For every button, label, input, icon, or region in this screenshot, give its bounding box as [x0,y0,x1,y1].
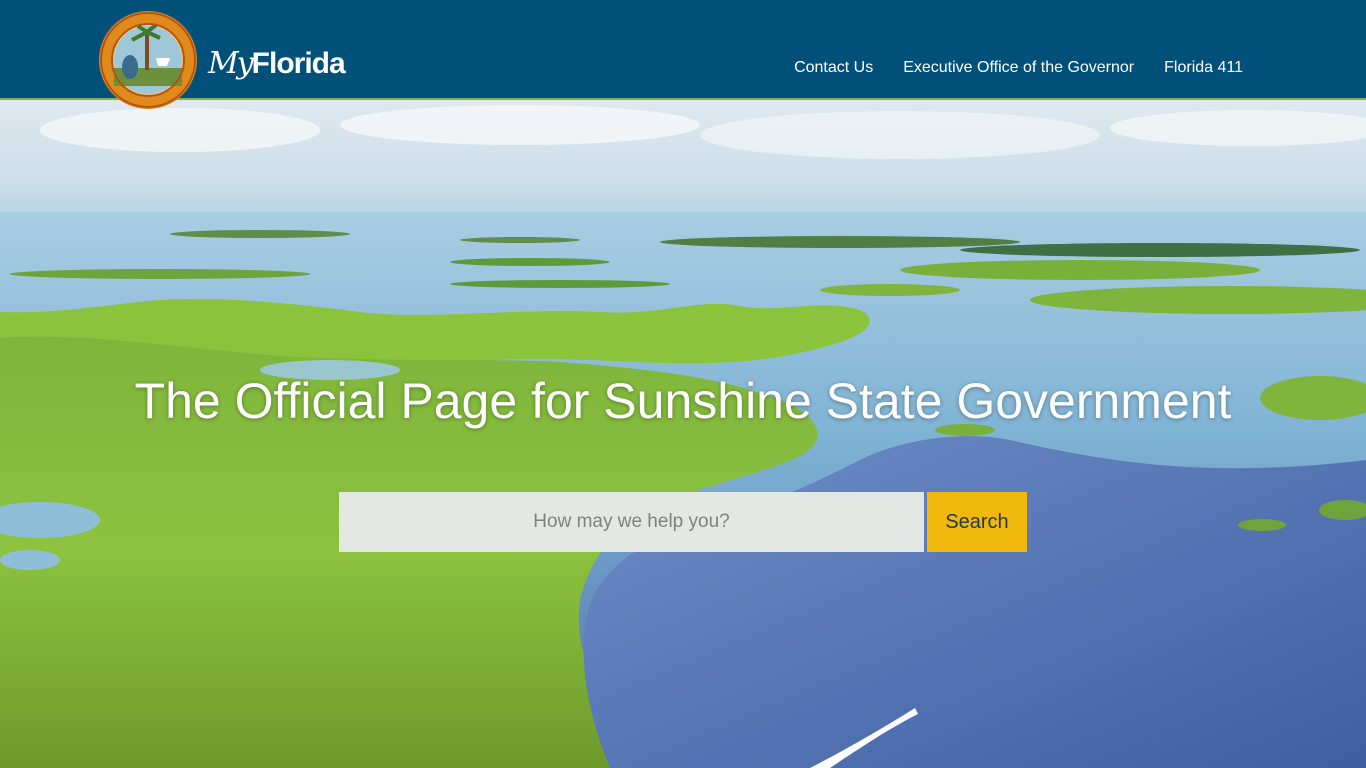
hero-banner: The Official Page for Sunshine State Gov… [0,100,1366,768]
everglades-aerial-image [0,100,1366,768]
site-header: MyFlorida Contact Us Executive Office of… [0,0,1366,109]
nav-executive-office[interactable]: Executive Office of the Governor [903,59,1134,77]
search-button[interactable]: Search [927,492,1027,552]
search-input[interactable] [339,492,924,552]
logo-my: My [208,46,254,81]
hero-headline: The Official Page for Sunshine State Gov… [134,373,1232,429]
logo-florida: Florida [251,47,346,80]
state-seal-icon[interactable] [98,10,198,110]
nav-florida-411[interactable]: Florida 411 [1164,59,1243,77]
nav-contact-us[interactable]: Contact Us [794,59,873,77]
search-form: Search [339,492,1027,552]
myflorida-logo[interactable]: MyFlorida [208,46,346,81]
top-nav: Contact Us Executive Office of the Gover… [794,59,1243,77]
